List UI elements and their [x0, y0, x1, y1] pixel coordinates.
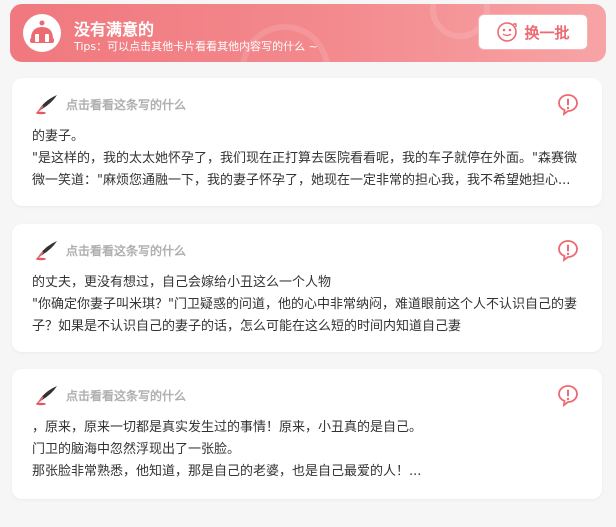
- card-hint: 点击看看这条写的什么: [66, 97, 187, 112]
- report-icon[interactable]: [556, 238, 580, 262]
- card-hint: 点击看看这条写的什么: [66, 243, 187, 258]
- excerpt-line: 那张脸非常熟悉，他知道，那是自己的老婆，也是自己最爱的人！...: [32, 464, 422, 479]
- banner-title: 没有满意的: [74, 20, 155, 39]
- banner-tip: Tips：可以点击其他卡片看看其他内容写的什么 ~: [74, 40, 318, 53]
- quill-pen-icon: [36, 241, 57, 261]
- excerpt-line: 门卫的脑海中忽然浮现出了一张脸。: [32, 442, 241, 457]
- card-header: 点击看看这条写的什么: [34, 383, 186, 407]
- quill-pen-icon: [36, 386, 57, 406]
- banner: 没有满意的 Tips：可以点击其他卡片看看其他内容写的什么 ~ 换一批: [10, 4, 606, 62]
- story-card[interactable]: 点击看看这条写的什么 的妻子。 "是这样的，我的太太她怀孕了，我们现在正打算去医…: [12, 78, 602, 206]
- app-logo-icon: [23, 14, 61, 52]
- excerpt-line: 子？如果是不认识自己的妻子的话，怎么可能在这么短的时间内知道自己妻: [32, 319, 462, 334]
- excerpt-line: "你确定你妻子叫米琪？"门卫疑惑的问道，他的心中非常纳闷，难道眼前这个人不认识自…: [32, 297, 577, 312]
- excerpt-line: 的妻子。: [32, 129, 85, 144]
- card-header: 点击看看这条写的什么: [34, 238, 186, 262]
- story-card[interactable]: 点击看看这条写的什么 ，原来，原来一切都是真实发生过的事情！原来，小丑真的是自己…: [12, 369, 602, 499]
- excerpt-line: ，原来，原来一切都是真实发生过的事情！原来，小丑真的是自己。: [32, 420, 423, 435]
- refresh-batch-button[interactable]: 换一批: [478, 14, 588, 50]
- card-excerpt: 的妻子。 "是这样的，我的太太她怀孕了，我们现在正打算去医院看看呢，我的车子就停…: [32, 126, 580, 192]
- card-excerpt: ，原来，原来一切都是真实发生过的事情！原来，小丑真的是自己。 门卫的脑海中忽然浮…: [32, 417, 580, 483]
- report-icon[interactable]: [556, 92, 580, 116]
- quill-pen-icon: [36, 95, 57, 115]
- refresh-batch-label: 换一批: [524, 23, 570, 42]
- refresh-icon: [497, 22, 518, 42]
- report-icon[interactable]: [556, 383, 580, 407]
- story-card[interactable]: 点击看看这条写的什么 的丈夫，更没有想过，自己会嫁给小丑这么一个人物 "你确定你…: [12, 224, 602, 352]
- card-hint: 点击看看这条写的什么: [66, 388, 187, 403]
- card-excerpt: 的丈夫，更没有想过，自己会嫁给小丑这么一个人物 "你确定你妻子叫米琪？"门卫疑惑…: [32, 272, 580, 338]
- excerpt-line: 的丈夫，更没有想过，自己会嫁给小丑这么一个人物: [32, 275, 332, 290]
- excerpt-line: "是这样的，我的太太她怀孕了，我们现在正打算去医院看看呢，我的车子就停在外面。"…: [32, 151, 577, 166]
- excerpt-line: 微一笑道："麻烦您通融一下，我的妻子怀孕了，她现在一定非常的担心我，我不希望她担…: [32, 173, 571, 188]
- card-header: 点击看看这条写的什么: [34, 92, 186, 116]
